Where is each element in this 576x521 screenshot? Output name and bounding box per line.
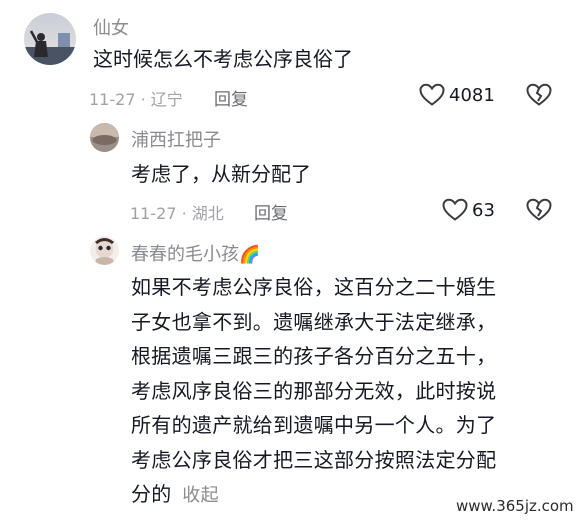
comment-line: 所有的遗产就给到遗嘱中另一个人。为了 — [131, 413, 497, 437]
heart-outline-icon[interactable] — [419, 83, 445, 107]
comment-line: 如果不考虑公序良俗，这百分之二十婚生 — [131, 275, 497, 299]
broken-heart-icon[interactable] — [526, 83, 552, 107]
avatar[interactable] — [90, 123, 119, 152]
comment-username[interactable]: 仙女 — [93, 14, 129, 40]
username-text: 春春的毛小孩 — [131, 244, 239, 265]
reply-button[interactable]: 回复 — [254, 199, 288, 224]
comment-username[interactable]: 浦西扛把子 — [131, 126, 221, 152]
heart-outline-icon[interactable] — [442, 198, 468, 222]
watermark: www.365jz.com — [456, 497, 574, 515]
comment-line: 根据遗嘱三跟三的孩子各分百分之五十， — [131, 344, 497, 368]
comment-date-location: 11-27 · 辽宁 — [89, 90, 183, 109]
avatar[interactable] — [90, 236, 119, 265]
comment-username[interactable]: 春春的毛小孩🌈 — [131, 240, 260, 266]
like-count: 4081 — [449, 85, 495, 106]
comment-text: 如果不考虑公序良俗，这百分之二十婚生 子女也拿不到。遗嘱继承大于法定继承， 根据… — [131, 270, 571, 514]
comment-text: 考虑了，从新分配了 — [131, 162, 311, 186]
comment-line: 考虑风序良俗三的那部分无效，此时按说 — [131, 378, 497, 403]
comment-date-location: 11-27 · 湖北 — [130, 204, 224, 223]
like-count: 63 — [472, 200, 495, 221]
reply-button[interactable]: 回复 — [214, 85, 248, 110]
comment-line: 子女也拿不到。遗嘱继承大于法定继承， — [131, 309, 497, 334]
avatar[interactable] — [24, 13, 76, 65]
comment-line: 考虑公序良俗才把三这部分按照法定分配 — [131, 447, 497, 472]
broken-heart-icon[interactable] — [526, 198, 552, 222]
rainbow-emoji: 🌈 — [239, 245, 261, 265]
comment-line: 分的 — [131, 482, 172, 506]
collapse-button[interactable]: 收起 — [182, 485, 219, 506]
comment-text: 这时候怎么不考虑公序良俗了 — [93, 47, 353, 71]
